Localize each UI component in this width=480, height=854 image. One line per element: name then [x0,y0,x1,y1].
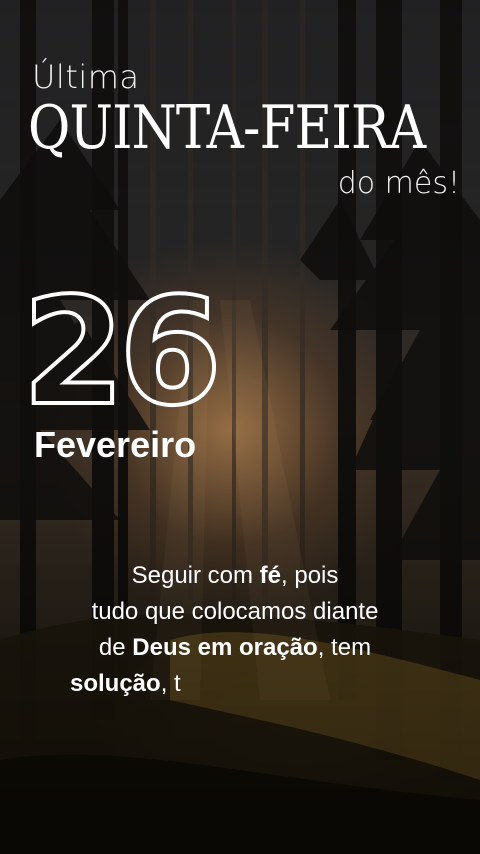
quote-line-4: solução, t [30,666,440,702]
quote-text-segment: de [98,634,133,661]
quote-emphasis: Deus em oração [132,634,318,661]
quote-emphasis: solução [70,670,161,697]
quote-text: Seguir com fé, pois tudo que colocamos d… [30,558,440,702]
quote-line-3: de Deus em oração, tem [30,630,440,666]
pre-title: Última [32,58,140,96]
quote-line-1: Seguir com fé, pois [30,558,440,594]
post-title: do mês! [337,166,460,201]
quote-text-segment: , t [160,670,181,697]
quote-emphasis: fé [259,562,282,589]
main-title: QUINTA-FEIRA [28,93,426,163]
month-label: Fevereiro [34,424,197,465]
quote-text-segment: , pois [281,562,339,589]
story-background: Última QUINTA-FEIRA do mês! 26 Fevereiro… [0,0,480,854]
quote-line-2: tudo que colocamos diante [91,598,379,625]
quote-text-segment: Seguir com [131,562,260,589]
day-number: 26 [20,266,224,438]
quote-text-segment: , tem [317,634,372,661]
